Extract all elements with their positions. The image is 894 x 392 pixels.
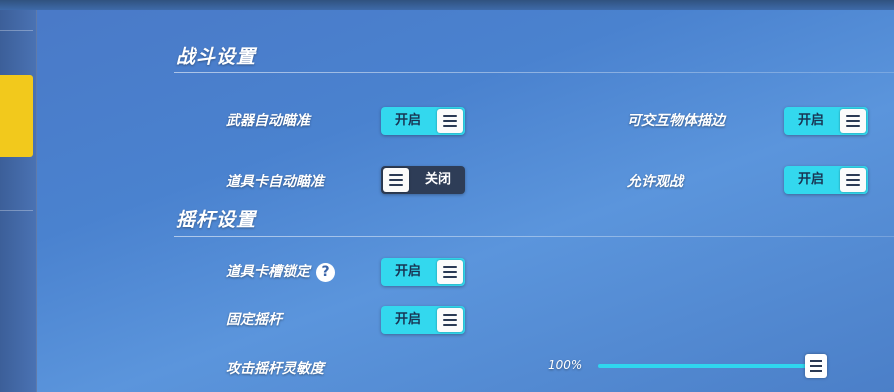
label-item-slot-lock: 道具卡槽锁定?	[226, 261, 335, 282]
toggle-state-text: 开启	[394, 113, 421, 128]
toggle-knob	[437, 308, 463, 332]
nav-divider	[0, 210, 33, 211]
toggle-allow-spectate[interactable]: 开启	[784, 166, 868, 194]
toggle-knob	[383, 168, 409, 192]
toggle-state-text: 开启	[797, 172, 824, 187]
sensitivity-slider-track[interactable]	[598, 364, 818, 368]
toggle-knob	[840, 168, 866, 192]
menu-icon	[443, 266, 457, 278]
help-icon[interactable]: ?	[316, 262, 335, 282]
toggle-knob	[437, 260, 463, 284]
label-fixed-joystick: 固定摇杆	[226, 312, 282, 328]
sensitivity-slider-handle[interactable]	[805, 354, 827, 378]
toggle-state-text: 开启	[797, 113, 824, 128]
section-divider-combat	[174, 72, 894, 73]
toggle-knob	[840, 109, 866, 133]
toggle-knob	[437, 109, 463, 133]
menu-icon	[443, 314, 457, 326]
menu-icon	[389, 174, 403, 186]
toggle-interactable-outline[interactable]: 开启	[784, 107, 868, 135]
menu-icon	[846, 115, 860, 127]
top-bar	[0, 0, 894, 10]
label-item-card-auto-aim: 道具卡自动瞄准	[226, 174, 324, 190]
label-allow-spectate: 允许观战	[627, 174, 683, 190]
nav-tab-active[interactable]	[0, 75, 33, 157]
section-title-combat: 战斗设置	[176, 46, 257, 68]
menu-icon	[443, 115, 457, 127]
menu-icon	[846, 174, 860, 186]
left-navigation	[0, 10, 37, 392]
menu-icon	[810, 360, 822, 372]
toggle-item-card-auto-aim[interactable]: 关闭	[381, 166, 465, 194]
toggle-state-text: 开启	[394, 312, 421, 327]
nav-divider	[0, 30, 33, 31]
label-attack-sensitivity: 攻击摇杆灵敏度	[226, 361, 324, 377]
label-item-slot-lock-text: 道具卡槽锁定	[226, 264, 310, 280]
section-title-joystick: 摇杆设置	[176, 209, 257, 231]
toggle-state-text: 开启	[394, 264, 421, 279]
toggle-item-slot-lock[interactable]: 开启	[381, 258, 465, 286]
toggle-fixed-joystick[interactable]: 开启	[381, 306, 465, 334]
section-divider-joystick	[174, 236, 894, 237]
label-weapon-auto-aim: 武器自动瞄准	[226, 113, 310, 129]
toggle-weapon-auto-aim[interactable]: 开启	[381, 107, 465, 135]
toggle-state-text: 关闭	[424, 172, 451, 187]
slider-value-text: 100%	[548, 358, 583, 372]
label-interactable-outline: 可交互物体描边	[627, 113, 725, 129]
